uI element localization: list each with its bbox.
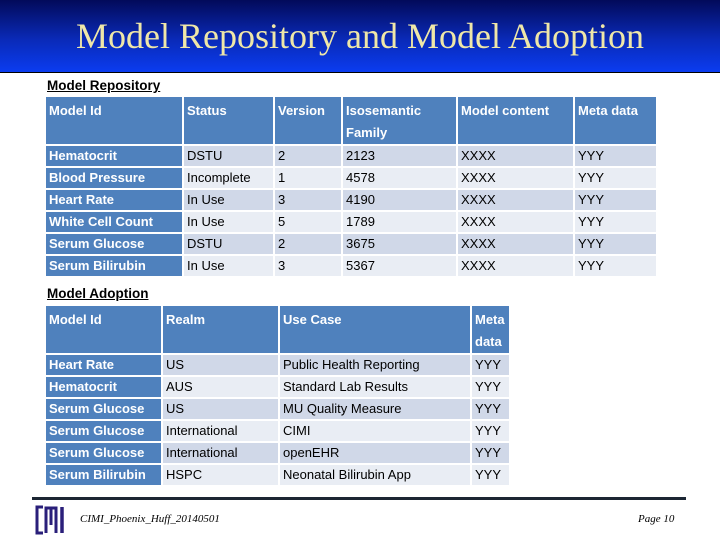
column-header: Version [275,97,341,144]
table-cell: HSPC [163,465,278,485]
row-header-cell: Heart Rate [46,355,161,375]
table-cell: openEHR [280,443,470,463]
row-header-cell: Hematocrit [46,377,161,397]
table-cell: US [163,399,278,419]
row-header-cell: Heart Rate [46,190,182,210]
table-cell: International [163,421,278,441]
row-header-cell: Serum Glucose [46,399,161,419]
column-header: Status [184,97,273,144]
table-cell: YYY [575,256,656,276]
table-cell: XXXX [458,168,573,188]
table-cell: XXXX [458,146,573,166]
table-cell: DSTU [184,234,273,254]
model-adoption-table: Model Id Realm Use Case Meta data Heart Rat… [44,304,511,487]
table-row: Serum Bilirubin In Use 3 5367 XXXX YYY [46,256,656,276]
column-header: Model Id [46,306,161,353]
table-cell: YYY [472,443,509,463]
table-cell: AUS [163,377,278,397]
table-cell: Standard Lab Results [280,377,470,397]
table-cell: 1789 [343,212,456,232]
table-cell: 2 [275,234,341,254]
table-cell: XXXX [458,190,573,210]
table-cell: 2 [275,146,341,166]
table-cell: US [163,355,278,375]
table-cell: Neonatal Bilirubin App [280,465,470,485]
adoption-section-label: Model Adoption [47,286,149,301]
table-cell: YYY [575,168,656,188]
cimi-logo-icon [35,505,64,535]
table-row: Serum Glucose US MU Quality Measure YYY [46,399,509,419]
table-cell: 5 [275,212,341,232]
document-id: CIMI_Phoenix_Huff_20140501 [80,513,220,525]
table-cell: XXXX [458,256,573,276]
table-cell: YYY [472,355,509,375]
row-header-cell: Hematocrit [46,146,182,166]
page-number: Page 10 [638,513,675,525]
table-cell: CIMI [280,421,470,441]
table-cell: YYY [575,212,656,232]
table-cell: YYY [575,146,656,166]
table-row: Blood Pressure Incomplete 1 4578 XXXX YYY [46,168,656,188]
column-header: Isosemantic Family [343,97,456,144]
table-cell: DSTU [184,146,273,166]
table-cell: 1 [275,168,341,188]
row-header-cell: White Cell Count [46,212,182,232]
table-cell: YYY [472,399,509,419]
table-row: Heart Rate In Use 3 4190 XXXX YYY [46,190,656,210]
column-header: Model Id [46,97,182,144]
table-cell: YYY [575,190,656,210]
row-header-cell: Serum Bilirubin [46,256,182,276]
row-header-cell: Serum Glucose [46,234,182,254]
table-row: Serum Glucose International openEHR YYY [46,443,509,463]
column-header: Realm [163,306,278,353]
slide-title: Model Repository and Model Adoption [76,16,644,56]
table-cell: YYY [472,377,509,397]
column-header: Model content [458,97,573,144]
table-header-row: Model Id Status Version Isosemantic Family M… [46,97,656,144]
table-row: Hematocrit DSTU 2 2123 XXXX YYY [46,146,656,166]
row-header-cell: Serum Glucose [46,421,161,441]
table-cell: In Use [184,190,273,210]
repository-section-label: Model Repository [47,78,161,93]
model-repository-table: Model Id Status Version Isosemantic Family M… [44,95,658,278]
row-header-cell: Blood Pressure [46,168,182,188]
table-row: Heart Rate US Public Health Reporting YYY [46,355,509,375]
table-cell: MU Quality Measure [280,399,470,419]
table-row: Serum Glucose DSTU 2 3675 XXXX YYY [46,234,656,254]
table-row: Serum Glucose International CIMI YYY [46,421,509,441]
column-header: Meta data [472,306,509,353]
table-cell: 5367 [343,256,456,276]
table-cell: Incomplete [184,168,273,188]
table-cell: 3675 [343,234,456,254]
row-header-cell: Serum Glucose [46,443,161,463]
table-cell: YYY [472,421,509,441]
column-header: Use Case [280,306,470,353]
table-cell: International [163,443,278,463]
table-cell: YYY [575,234,656,254]
row-header-cell: Serum Bilirubin [46,465,161,485]
table-cell: 3 [275,190,341,210]
table-cell: In Use [184,256,273,276]
footer-divider [32,497,686,500]
table-row: White Cell Count In Use 5 1789 XXXX YYY [46,212,656,232]
table-cell: 3 [275,256,341,276]
table-row: Serum Bilirubin HSPC Neonatal Bilirubin Ap… [46,465,509,485]
table-row: Hematocrit AUS Standard Lab Results YYY [46,377,509,397]
table-cell: Public Health Reporting [280,355,470,375]
table-cell: XXXX [458,212,573,232]
table-header-row: Model Id Realm Use Case Meta data [46,306,509,353]
table-cell: 2123 [343,146,456,166]
column-header: Meta data [575,97,656,144]
title-bar: Model Repository and Model Adoption [0,0,720,73]
table-cell: In Use [184,212,273,232]
table-cell: 4190 [343,190,456,210]
table-cell: XXXX [458,234,573,254]
table-cell: YYY [472,465,509,485]
table-cell: 4578 [343,168,456,188]
